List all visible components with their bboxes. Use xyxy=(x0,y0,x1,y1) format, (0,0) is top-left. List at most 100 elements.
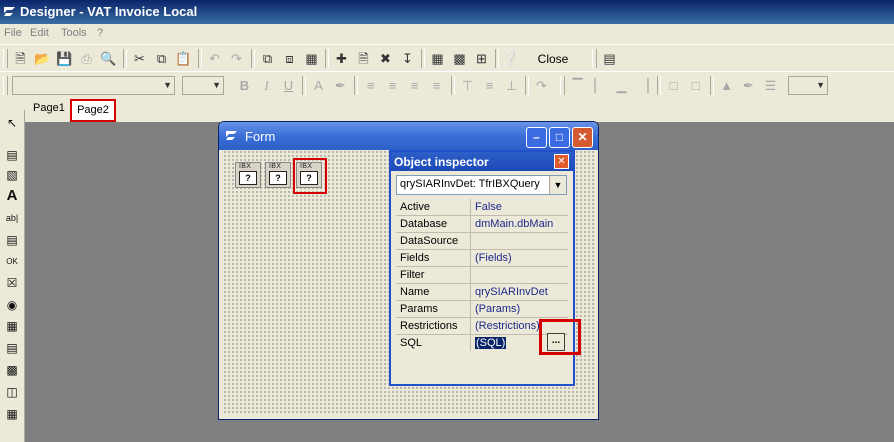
page-tabs: Page1 Page2 xyxy=(0,98,894,122)
property-value[interactable]: (Fields) xyxy=(475,252,512,264)
query-icon[interactable]: ▦ xyxy=(3,405,21,423)
property-row[interactable]: Filter xyxy=(396,267,568,284)
grid-icon[interactable]: ▦ xyxy=(429,50,446,67)
ibx-query-component[interactable]: IBX ? xyxy=(265,162,291,188)
ibx-query-component[interactable]: IBX ? xyxy=(235,162,261,188)
frame-all-icon[interactable]: □ xyxy=(665,77,682,94)
bold-icon[interactable]: B xyxy=(236,77,253,94)
property-value[interactable]: (SQL) xyxy=(475,337,507,349)
close-icon[interactable]: ✕ xyxy=(554,154,569,169)
valign-bottom-icon[interactable]: ⊥ xyxy=(503,77,520,94)
copy-icon[interactable]: ⧉ xyxy=(153,50,170,67)
data-band-icon[interactable]: ▧ xyxy=(3,166,21,184)
property-row[interactable]: Params (Params) xyxy=(396,301,568,318)
add-page-icon[interactable]: ✚ xyxy=(333,50,350,67)
font-color-icon[interactable]: A xyxy=(310,77,327,94)
highlight-icon[interactable]: ✒ xyxy=(332,77,349,94)
separator xyxy=(123,49,127,68)
valign-top-icon[interactable]: ⊤ xyxy=(459,77,476,94)
listbox-icon[interactable]: ▦ xyxy=(3,317,21,335)
separator xyxy=(354,76,358,95)
help-icon[interactable]: ❔ xyxy=(503,50,520,67)
italic-icon[interactable]: I xyxy=(258,77,275,94)
paste-icon[interactable]: 📋 xyxy=(175,50,192,67)
save-icon[interactable]: 💾 xyxy=(56,50,73,67)
frame-top-icon[interactable]: ▔ xyxy=(569,77,586,94)
toolbar-grip[interactable] xyxy=(3,76,8,95)
rotate-icon[interactable]: ↷ xyxy=(533,77,550,94)
radio-button-icon[interactable]: ◉ xyxy=(3,296,21,314)
property-row[interactable]: Database dmMain.dbMain xyxy=(396,216,568,233)
band-icon[interactable]: ▤ xyxy=(3,146,21,164)
table-icon[interactable]: ▩ xyxy=(3,361,21,379)
checkbox-icon[interactable]: ☒ xyxy=(3,274,21,292)
property-row[interactable]: Fields (Fields) xyxy=(396,250,568,267)
bring-to-front-icon[interactable]: ⧉ xyxy=(259,50,276,67)
frame-none-icon[interactable]: □ xyxy=(687,77,704,94)
frame-width-combo[interactable]: ▼ xyxy=(788,76,828,95)
property-value[interactable]: qrySIARInvDet xyxy=(475,286,548,298)
database-icon[interactable]: ◫ xyxy=(3,383,21,401)
property-row[interactable]: Name qrySIARInvDet xyxy=(396,284,568,301)
tab-page2[interactable]: Page2 xyxy=(70,99,116,122)
menu-help[interactable]: ? xyxy=(97,27,103,39)
open-icon[interactable]: 📂 xyxy=(34,50,51,67)
form-logo-icon xyxy=(226,131,237,140)
property-value[interactable]: (Restrictions) xyxy=(475,320,540,332)
toolbar-grip[interactable] xyxy=(592,49,597,68)
fill-color-icon[interactable]: ▲ xyxy=(718,77,735,94)
minimize-icon[interactable]: – xyxy=(526,127,547,148)
underline-icon[interactable]: U xyxy=(280,77,297,94)
page-settings-icon[interactable]: ↧ xyxy=(399,50,416,67)
toolbar-grip[interactable] xyxy=(3,49,8,68)
tab-page1[interactable]: Page1 xyxy=(33,102,65,114)
property-row[interactable]: DataSource xyxy=(396,233,568,250)
memo-icon[interactable]: ▤ xyxy=(3,231,21,249)
object-selector[interactable]: qrySIARInvDet: TfrIBXQuery ▼ xyxy=(396,175,567,195)
frame-style-icon[interactable]: ☰ xyxy=(762,77,779,94)
form-title-bar[interactable]: Form – □ ✕ xyxy=(219,122,598,150)
object-inspector-icon[interactable]: ▤ xyxy=(601,50,618,67)
maximize-icon[interactable]: □ xyxy=(549,127,570,148)
property-row[interactable]: Active False xyxy=(396,199,568,216)
toolbar-grip[interactable] xyxy=(560,76,565,95)
cut-icon[interactable]: ✂ xyxy=(131,50,148,67)
align-left-icon[interactable]: ≡ xyxy=(362,77,379,94)
select-pointer-icon[interactable]: ↖ xyxy=(3,114,21,132)
redo-icon[interactable]: ↷ xyxy=(228,50,245,67)
valign-center-icon[interactable]: ≡ xyxy=(481,77,498,94)
property-value[interactable]: False xyxy=(475,201,502,213)
font-size-combo[interactable]: ▼ xyxy=(182,76,224,95)
combobox-icon[interactable]: ▤ xyxy=(3,339,21,357)
justify-icon[interactable]: ≡ xyxy=(428,77,445,94)
preview-icon[interactable]: 🔍 xyxy=(100,50,117,67)
group-icon[interactable]: ▦ xyxy=(303,50,320,67)
frame-left-icon[interactable]: ▏ xyxy=(591,77,608,94)
fit-grid-icon[interactable]: ⊞ xyxy=(473,50,490,67)
frame-color-icon[interactable]: ✒ xyxy=(740,77,757,94)
menu-edit[interactable]: Edit xyxy=(30,27,49,39)
property-value[interactable]: dmMain.dbMain xyxy=(475,218,553,230)
align-grid-icon[interactable]: ▩ xyxy=(451,50,468,67)
chevron-down-icon[interactable]: ▼ xyxy=(549,176,566,194)
inspector-title-bar[interactable]: Object inspector ✕ xyxy=(391,152,573,171)
align-right-icon[interactable]: ≡ xyxy=(406,77,423,94)
text-object-icon[interactable]: A xyxy=(3,187,21,205)
undo-icon[interactable]: ↶ xyxy=(206,50,223,67)
align-center-icon[interactable]: ≡ xyxy=(384,77,401,94)
frame-bottom-icon[interactable]: ▁ xyxy=(613,77,630,94)
frame-right-icon[interactable]: ▕ xyxy=(635,77,652,94)
edit-field-icon[interactable]: ab| xyxy=(3,209,21,227)
close-icon[interactable]: ✕ xyxy=(572,127,593,148)
print-icon[interactable]: ⎙ xyxy=(78,50,95,67)
new-icon[interactable]: 🗎 xyxy=(12,50,29,67)
font-name-combo[interactable]: ▼ xyxy=(12,76,175,95)
delete-page-icon[interactable]: ✖ xyxy=(377,50,394,67)
property-value[interactable]: (Params) xyxy=(475,303,520,315)
send-to-back-icon[interactable]: ⧈ xyxy=(281,50,298,67)
ok-button-icon[interactable]: OK xyxy=(3,253,21,271)
menu-tools[interactable]: Tools xyxy=(61,27,87,39)
page-icon[interactable]: 🗎 xyxy=(355,50,372,67)
menu-file[interactable]: File xyxy=(4,27,22,39)
close-button[interactable]: Close xyxy=(529,48,577,70)
